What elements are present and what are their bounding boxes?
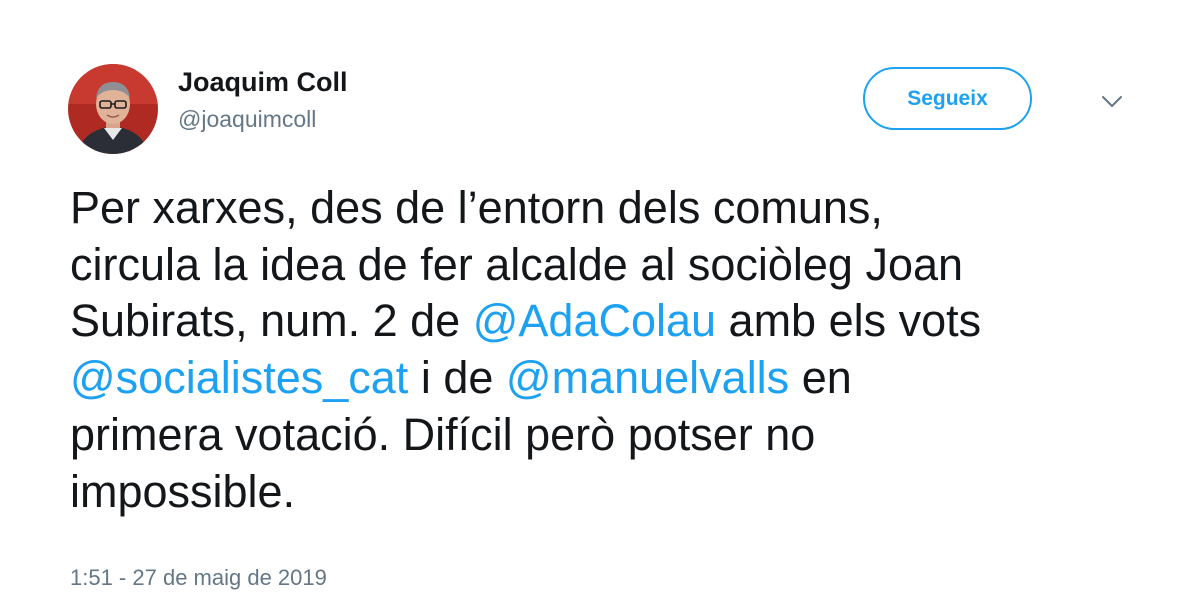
tweet-line: @socialistes_cat i de @manuelvalls en (70, 350, 1170, 407)
tweet-line: circula la idea de fer alcalde al sociòl… (70, 238, 964, 290)
mention-link-adacolau[interactable]: @AdaColau (473, 295, 716, 346)
author-handle[interactable]: @joaquimcoll (178, 105, 316, 133)
avatar-photo (68, 64, 158, 154)
tweet-text-segment: i de (408, 352, 506, 404)
follow-button-label: Segueix (907, 86, 988, 110)
tweet-text-segment: amb els vots (716, 295, 982, 347)
tweet-line: primera votació. Difícil però potser no (70, 408, 816, 460)
tweet-timestamp[interactable]: 1:51 - 27 de maig de 2019 (70, 564, 327, 592)
follow-button[interactable]: Segueix (863, 67, 1032, 130)
author-name[interactable]: Joaquim Coll (178, 66, 348, 98)
more-options-button[interactable] (1094, 88, 1130, 116)
tweet-text: Per xarxes, des de l’entorn dels comuns,… (70, 180, 1170, 520)
chevron-down-icon (1102, 96, 1122, 107)
mention-link-socialistes-cat[interactable]: @socialistes_cat (70, 352, 408, 403)
tweet-line: Subirats, num. 2 de @AdaColau amb els vo… (70, 293, 1170, 350)
mention-link-manuelvalls[interactable]: @manuelvalls (506, 352, 789, 403)
tweet-line: Per xarxes, des de l’entorn dels comuns, (70, 182, 883, 233)
author-avatar[interactable] (68, 64, 158, 154)
tweet-card: Joaquim Coll @joaquimcoll Segueix Per xa… (0, 0, 1200, 615)
tweet-text-segment: Subirats, num. 2 de (70, 295, 473, 347)
tweet-text-segment: en (789, 352, 852, 404)
tweet-line: impossible. (70, 465, 296, 517)
